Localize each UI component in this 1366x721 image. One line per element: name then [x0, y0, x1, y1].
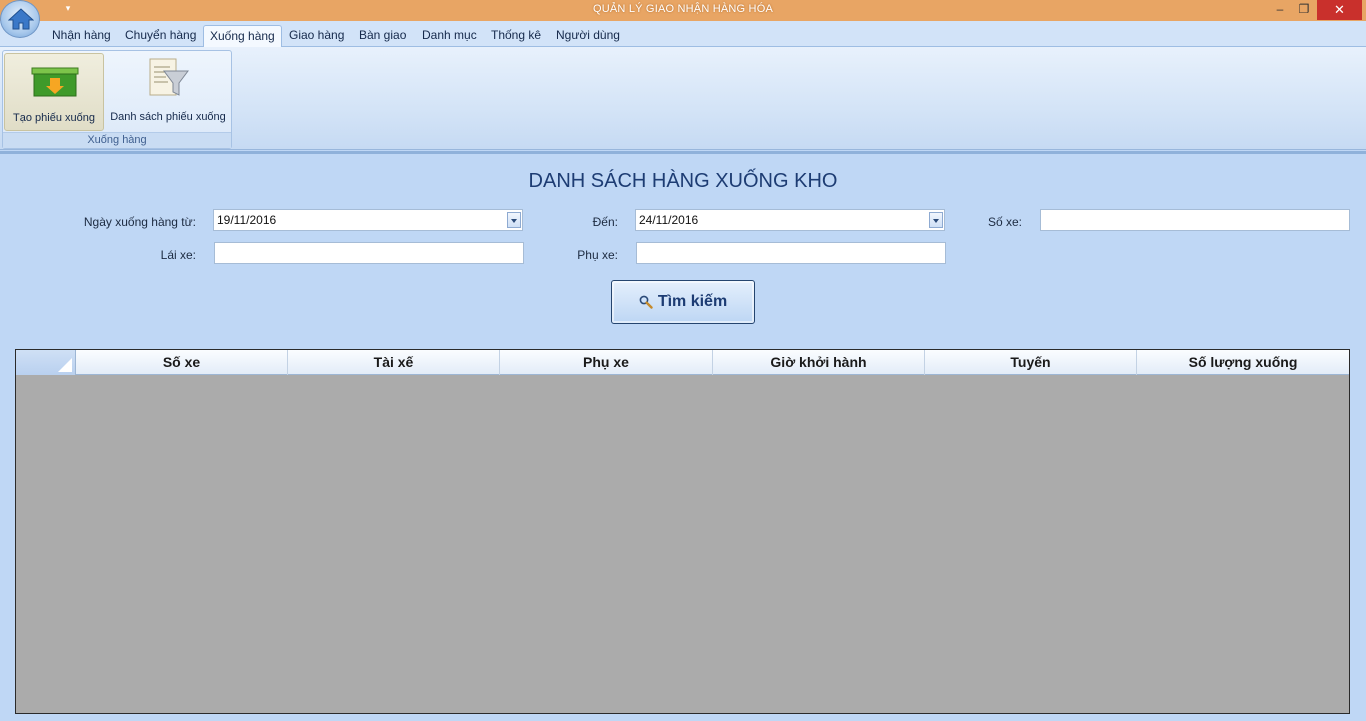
column-header-so-xe[interactable]: Số xe [76, 350, 288, 375]
to-date-dropdown-icon[interactable] [929, 212, 943, 228]
create-unload-slip-button[interactable]: Tạo phiếu xuống [4, 53, 104, 131]
tab-chuyen-hang[interactable]: Chuyển hàng [119, 25, 202, 47]
from-date-label: Ngày xuống hàng từ: [83, 215, 196, 229]
home-icon [8, 8, 34, 30]
tab-ban-giao[interactable]: Bàn giao [353, 25, 412, 47]
ribbon-group-xuong-hang: Tạo phiếu xuống Danh sách phiếu xuống Xu… [2, 50, 232, 149]
unload-slip-list-button[interactable]: Danh sách phiếu xuống [106, 53, 230, 131]
unload-data-grid[interactable]: Số xe Tài xế Phụ xe Giờ khởi hành Tuyến … [15, 349, 1350, 714]
driver-label: Lái xe: [160, 248, 196, 262]
assistant-label: Phụ xe: [577, 248, 618, 262]
tab-giao-hang[interactable]: Giao hàng [283, 25, 350, 47]
window-title: QUẢN LÝ GIAO NHẬN HÀNG HÓA [592, 3, 773, 15]
title-bar: ▾ QUẢN LÝ GIAO NHẬN HÀNG HÓA – ❐ ✕ [0, 0, 1366, 21]
to-date-value: 24/11/2016 [639, 213, 699, 227]
to-date-label: Đến: [592, 215, 618, 229]
column-header-tai-xe[interactable]: Tài xế [288, 350, 500, 375]
to-date-picker[interactable]: 24/11/2016 [635, 209, 945, 231]
create-unload-slip-label: Tạo phiếu xuống [13, 112, 95, 124]
app-menu-button[interactable] [0, 0, 40, 38]
from-date-picker[interactable]: 19/11/2016 [213, 209, 523, 231]
column-header-phu-xe[interactable]: Phụ xe [500, 350, 713, 375]
ribbon-panel: Tạo phiếu xuống Danh sách phiếu xuống Xu… [0, 47, 1366, 150]
maximize-button[interactable]: ❐ [1290, 0, 1318, 20]
search-button-label: Tìm kiếm [657, 293, 728, 310]
ribbon-tabs: Nhận hàng Chuyển hàng Xuống hàng Giao hà… [0, 21, 1366, 47]
page-title: DANH SÁCH HÀNG XUỐNG KHO [528, 170, 838, 192]
column-header-gio-khoi-hanh[interactable]: Giờ khởi hành [713, 350, 925, 375]
grid-header: Số xe Tài xế Phụ xe Giờ khởi hành Tuyến … [16, 350, 1349, 375]
tab-thong-ke[interactable]: Thống kê [485, 25, 547, 47]
green-box-down-icon [31, 67, 79, 97]
column-header-so-luong-xuong[interactable]: Số lượng xuống [1137, 350, 1349, 375]
magnifier-icon [639, 295, 653, 309]
ribbon-group-label: Xuống hàng [3, 132, 231, 148]
assistant-input[interactable] [636, 242, 946, 264]
search-button[interactable]: Tìm kiếm [611, 280, 755, 324]
driver-input[interactable] [214, 242, 524, 264]
tab-xuong-hang[interactable]: Xuống hàng [203, 25, 282, 47]
grid-select-all[interactable] [16, 350, 76, 375]
from-date-value: 19/11/2016 [217, 213, 277, 227]
plate-number-input[interactable] [1040, 209, 1350, 231]
plate-number-label: Số xe: [987, 215, 1022, 229]
ribbon-separator [0, 151, 1366, 154]
tab-nguoi-dung[interactable]: Người dùng [550, 25, 626, 47]
tab-danh-muc[interactable]: Danh mục [416, 25, 483, 47]
column-header-tuyen[interactable]: Tuyến [925, 350, 1137, 375]
close-button[interactable]: ✕ [1317, 0, 1362, 20]
tab-nhan-hang[interactable]: Nhận hàng [46, 25, 117, 47]
unload-slip-list-label: Danh sách phiếu xuống [110, 111, 226, 123]
funnel-document-icon [149, 58, 189, 96]
from-date-dropdown-icon[interactable] [507, 212, 521, 228]
